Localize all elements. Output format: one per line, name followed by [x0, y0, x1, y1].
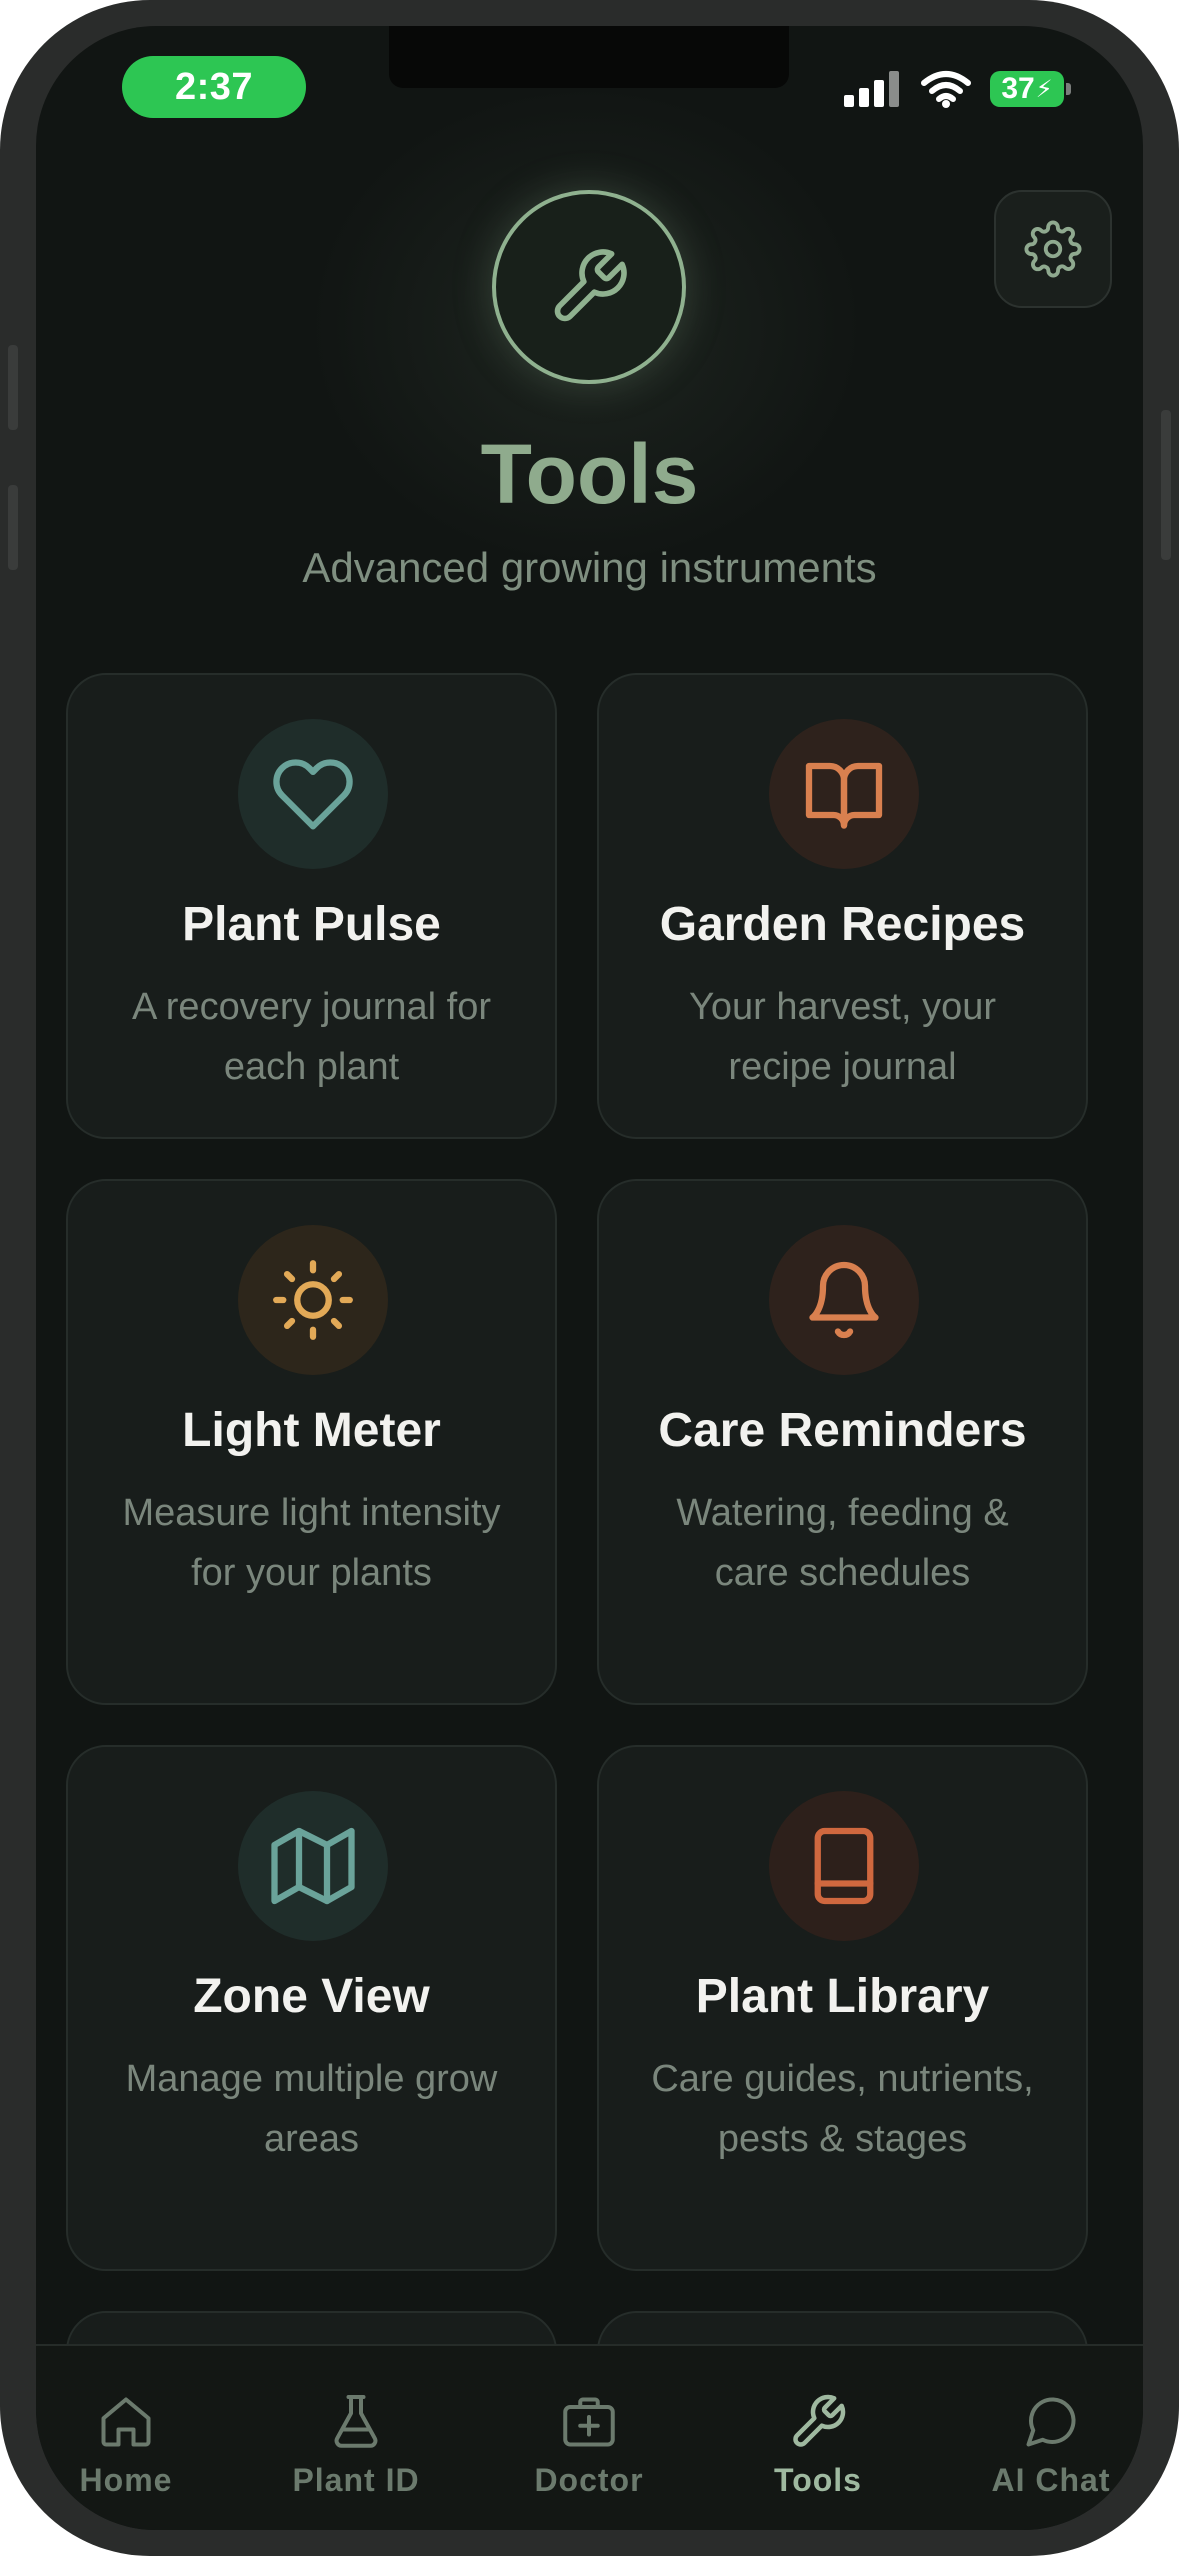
bell-icon — [809, 1261, 879, 1339]
card-title: Plant Pulse — [182, 898, 441, 951]
card-description: Measure light intensity for your plants — [122, 1492, 501, 1594]
card-description: Care guides, nutrients, pests & stages — [651, 2058, 1034, 2160]
tool-card-plant-library[interactable]: Plant Library Care guides, nutrients, pe… — [597, 1745, 1088, 2271]
medical-kit-icon — [563, 2397, 615, 2447]
card-title: Garden Recipes — [659, 898, 1026, 951]
card-title: Light Meter — [182, 1404, 441, 1457]
sun-icon — [273, 1260, 353, 1340]
card-title: Plant Library — [695, 1970, 990, 2023]
cellular-signal-icon — [844, 71, 899, 107]
tab-label: AI Chat — [991, 2462, 1111, 2498]
open-book-icon — [805, 762, 883, 829]
volume-up-button — [8, 485, 18, 570]
power-button — [1161, 410, 1171, 560]
tab-label: Doctor — [534, 2462, 644, 2498]
tab-label: Plant ID — [292, 2462, 420, 2498]
tool-card-garden-recipes[interactable]: Garden Recipes Your harvest, your recipe… — [597, 673, 1088, 1139]
tab-plant-id[interactable]: Plant ID — [256, 2346, 456, 2530]
tab-label: Home — [79, 2462, 173, 2498]
tools-hero-badge — [492, 190, 686, 384]
tool-card-zone-view[interactable]: Zone View Manage multiple grow areas — [66, 1745, 557, 2271]
tab-doctor[interactable]: Doctor — [489, 2346, 689, 2530]
card-title: Zone View — [193, 1970, 430, 2023]
flask-icon — [334, 2395, 378, 2448]
book-icon — [814, 1827, 874, 1905]
screen: 2:37 37 ⚡ Tools Advanced growing instrum… — [36, 26, 1143, 2530]
battery-indicator: 37 ⚡ — [990, 71, 1071, 107]
tab-home[interactable]: Home — [36, 2346, 226, 2530]
phone-frame: 2:37 37 ⚡ Tools Advanced growing instrum… — [0, 0, 1179, 2556]
page-title: Tools — [480, 427, 699, 521]
charging-bolt-icon: ⚡ — [1035, 75, 1053, 103]
card-description: A recovery journal for each plant — [131, 986, 492, 1088]
gear-icon — [1024, 220, 1082, 278]
tab-label: Tools — [774, 2462, 862, 2498]
bottom-tab-bar: Home Plant ID Doctor Tools AI Chat — [36, 2344, 1143, 2530]
camera-notch — [389, 26, 789, 88]
card-icon-badge — [238, 1791, 388, 1941]
home-icon — [101, 2397, 151, 2447]
status-time: 2:37 — [122, 56, 306, 118]
chat-bubble-icon — [1026, 2397, 1076, 2447]
card-icon-badge — [769, 1791, 919, 1941]
map-icon — [271, 1827, 355, 1905]
wifi-icon — [921, 71, 971, 108]
card-icon-badge — [769, 1225, 919, 1375]
status-icons: 37 ⚡ — [844, 66, 1071, 112]
tool-card-care-reminders[interactable]: Care Reminders Watering, feeding & care … — [597, 1179, 1088, 1705]
tab-ai-chat[interactable]: AI Chat — [951, 2346, 1143, 2530]
silent-switch — [8, 345, 18, 430]
page-subtitle: Advanced growing instruments — [302, 544, 877, 591]
card-title: Care Reminders — [658, 1404, 1027, 1457]
tool-card-plant-pulse[interactable]: Plant Pulse A recovery journal for each … — [66, 673, 557, 1139]
card-icon-badge — [238, 719, 388, 869]
card-description: Watering, feeding & care schedules — [676, 1492, 1009, 1594]
tool-card-light-meter[interactable]: Light Meter Measure light intensity for … — [66, 1179, 557, 1705]
heart-icon — [273, 759, 353, 830]
card-description: Your harvest, your recipe journal — [689, 986, 996, 1088]
tab-tools[interactable]: Tools — [718, 2346, 918, 2530]
wrench-icon — [554, 249, 627, 322]
card-icon-badge — [238, 1225, 388, 1375]
battery-level: 37 — [1001, 72, 1035, 105]
card-icon-badge — [769, 719, 919, 869]
settings-button[interactable] — [994, 190, 1112, 308]
card-description: Manage multiple grow areas — [125, 2058, 498, 2160]
wrench-icon — [793, 2394, 846, 2447]
